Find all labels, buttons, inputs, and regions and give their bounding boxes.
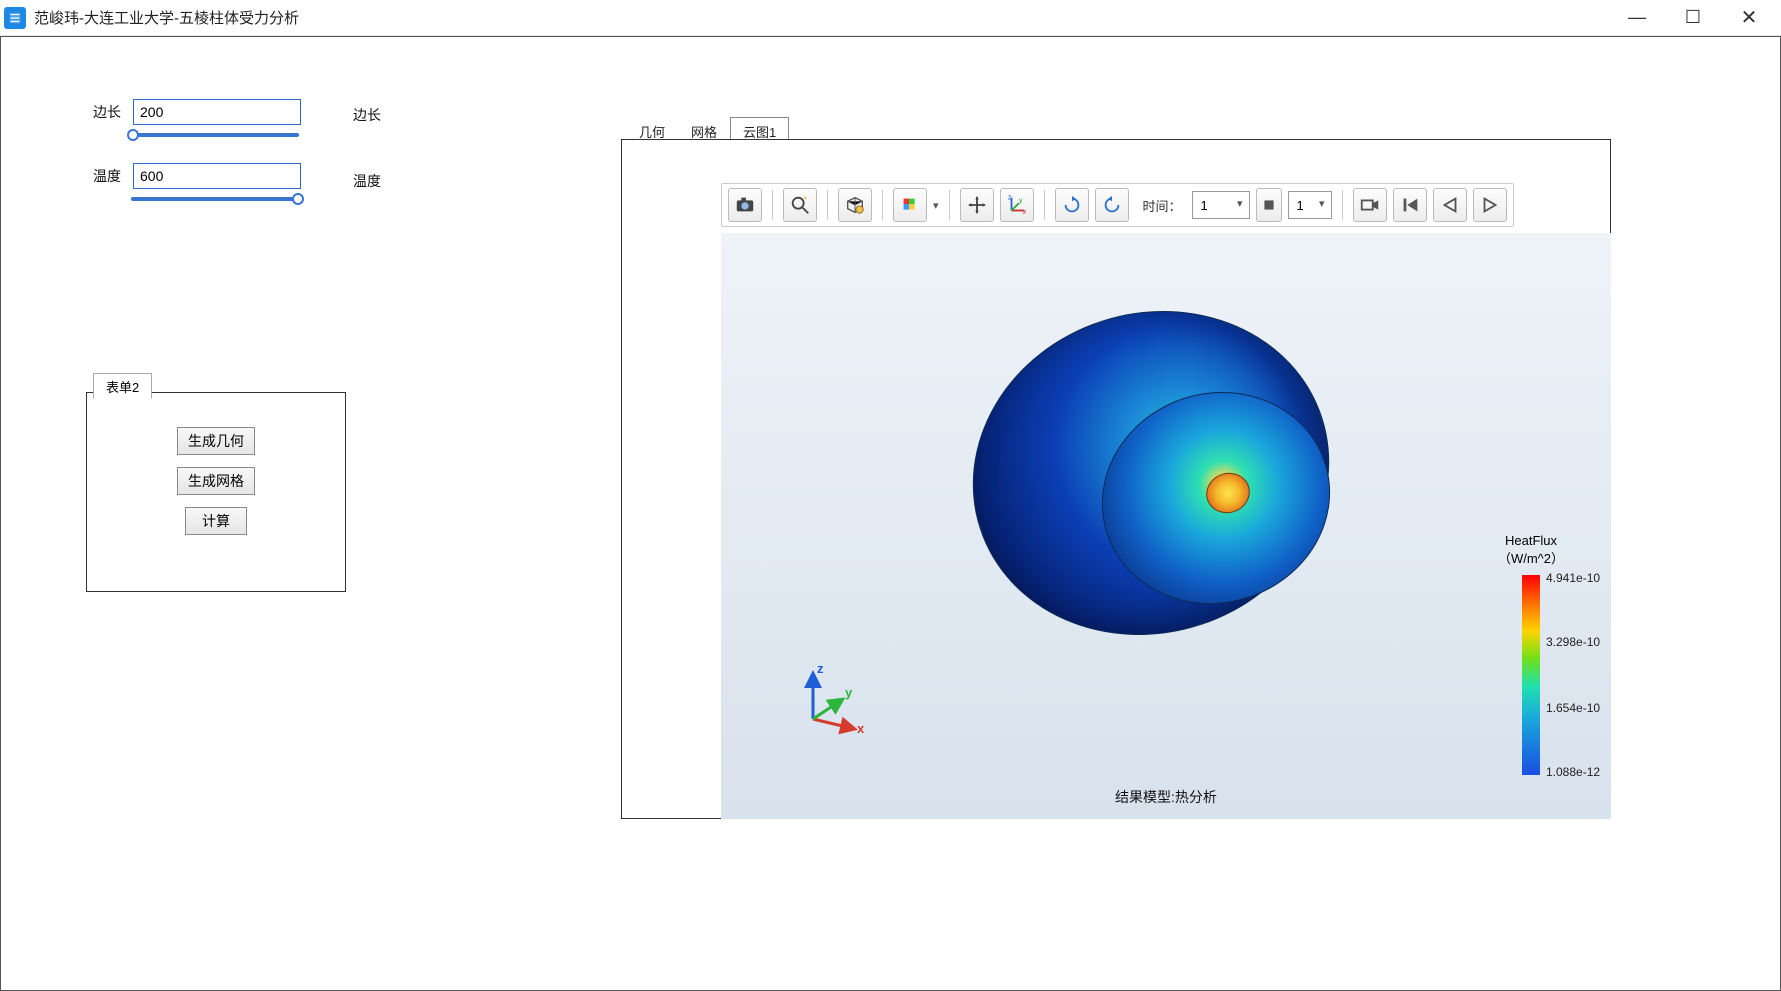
param-temp-side-label: 温度 (353, 171, 381, 191)
legend-tick-1: 1.654e-10 (1546, 701, 1600, 715)
param-edge-slider[interactable] (131, 133, 299, 137)
time-label: 时间： (1143, 196, 1182, 215)
color-legend: HeatFlux （W/m^2） 4.941e-10 3.298e-10 1.6… (1471, 533, 1591, 775)
colormap-icon[interactable] (893, 188, 927, 222)
legend-tick-max: 4.941e-10 (1546, 571, 1600, 585)
param-temp-row: 温度 (93, 163, 301, 189)
titlebar: 范峻玮-大连工业大学-五棱柱体受力分析 — ☐ ✕ (0, 0, 1781, 36)
toolbar-separator (1044, 190, 1045, 220)
generate-geometry-button[interactable]: 生成几何 (177, 427, 255, 455)
rotate-ccw-icon[interactable] (1095, 188, 1129, 222)
param-temp-label: 温度 (93, 166, 121, 186)
result-caption: 结果模型:热分析 (721, 787, 1611, 807)
legend-title-2: （W/m^2） (1471, 548, 1591, 567)
first-frame-icon[interactable] (1393, 188, 1427, 222)
record-icon[interactable] (1353, 188, 1387, 222)
axis-z-label: z (817, 661, 824, 676)
toolbar-separator (882, 190, 883, 220)
toolbar-separator (1342, 190, 1343, 220)
toolbar-separator (772, 190, 773, 220)
window-title: 范峻玮-大连工业大学-五棱柱体受力分析 (34, 7, 299, 28)
app-icon (4, 7, 26, 29)
form-buttons: 生成几何 生成网格 计算 (87, 427, 345, 535)
param-edge-row: 边长 (93, 99, 301, 125)
param-temp-slider-thumb[interactable] (292, 193, 304, 205)
axis-x-label: x (857, 721, 865, 736)
prev-frame-icon[interactable] (1433, 188, 1467, 222)
form-box: 表单2 生成几何 生成网格 计算 (86, 392, 346, 592)
frame-value: 1 (1297, 198, 1304, 213)
snapshot-icon[interactable] (728, 188, 762, 222)
toolbar-separator (827, 190, 828, 220)
app-body: 边长 边长 温度 温度 表单2 生成几何 生成网格 计算 几何 网格 云图1 (0, 36, 1781, 991)
form-tab[interactable]: 表单2 (93, 373, 152, 399)
pan-icon[interactable] (960, 188, 994, 222)
box-pick-icon[interactable] (838, 188, 872, 222)
model-visualization (931, 293, 1371, 673)
minimize-button[interactable]: — (1609, 0, 1665, 36)
svg-text:z: z (1007, 194, 1011, 202)
legend-bar: 4.941e-10 3.298e-10 1.654e-10 1.088e-12 (1522, 575, 1540, 775)
axis-triad-icon: z x y (793, 659, 873, 739)
legend-tick-2: 3.298e-10 (1546, 635, 1600, 649)
param-temp-input[interactable] (133, 163, 301, 189)
axes-icon[interactable]: z xy (1000, 188, 1034, 222)
zoom-icon[interactable] (783, 188, 817, 222)
frame-select[interactable]: 1 (1288, 191, 1332, 219)
param-edge-side-label: 边长 (353, 105, 381, 125)
generate-mesh-button[interactable]: 生成网格 (177, 467, 255, 495)
svg-text:y: y (1018, 195, 1022, 204)
param-edge-input[interactable] (133, 99, 301, 125)
window-controls: — ☐ ✕ (1609, 0, 1777, 36)
legend-title-1: HeatFlux (1471, 533, 1591, 548)
time-value: 1 (1201, 198, 1208, 213)
viewer-toolbar: ▾ zxy 时间： 1 1 (721, 183, 1514, 227)
close-button[interactable]: ✕ (1721, 0, 1777, 36)
render-canvas[interactable]: z x y HeatFlux （W/m^2） 4.941e-10 3.298e-… (721, 233, 1611, 819)
toolbar-separator (949, 190, 950, 220)
calculate-button[interactable]: 计算 (185, 507, 247, 535)
time-select[interactable]: 1 (1192, 191, 1250, 219)
svg-text:x: x (1022, 207, 1026, 216)
axis-y-label: y (845, 685, 853, 700)
stop-icon[interactable] (1256, 188, 1282, 222)
param-edge-slider-thumb[interactable] (127, 129, 139, 141)
legend-tick-min: 1.088e-12 (1546, 765, 1600, 779)
maximize-button[interactable]: ☐ (1665, 0, 1721, 36)
param-temp-slider[interactable] (131, 197, 299, 201)
param-edge-label: 边长 (93, 102, 121, 122)
next-frame-icon[interactable] (1473, 188, 1507, 222)
rotate-cw-icon[interactable] (1055, 188, 1089, 222)
